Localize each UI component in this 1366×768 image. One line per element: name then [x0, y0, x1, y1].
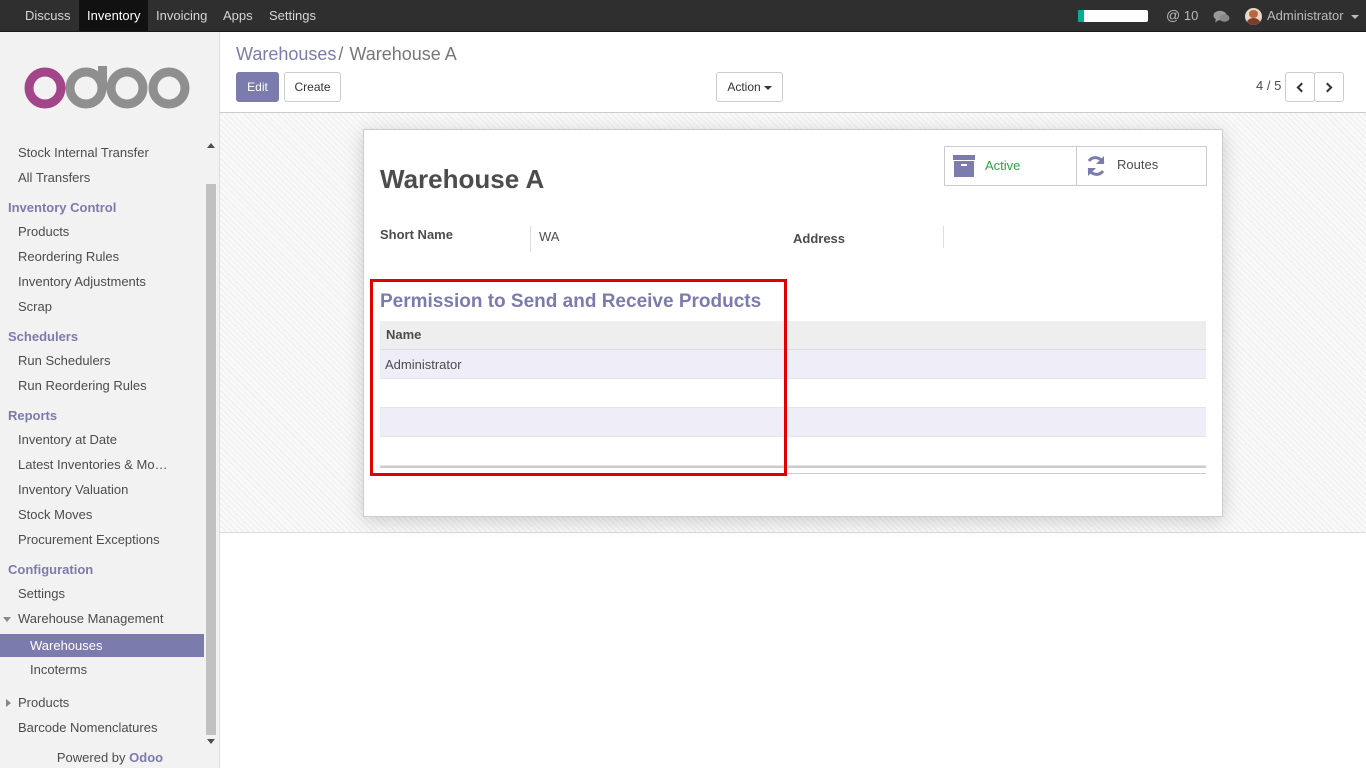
- sidebar-item-products[interactable]: Products: [0, 220, 204, 244]
- sidebar-item-scrap[interactable]: Scrap: [0, 295, 204, 319]
- sidebar-item-warehouse-management[interactable]: Warehouse Management: [0, 607, 204, 631]
- sidebar-item-stock-internal-transfer[interactable]: Stock Internal Transfer: [0, 141, 204, 165]
- highlight-box: [370, 279, 787, 476]
- field-divider: [530, 226, 531, 252]
- routes-label: Routes: [1117, 157, 1159, 172]
- action-dropdown[interactable]: Action: [716, 72, 783, 102]
- sidebar-item-run-schedulers[interactable]: Run Schedulers: [0, 349, 204, 373]
- sidebar-item-incoterms[interactable]: Incoterms: [0, 658, 204, 682]
- pager-previous-button[interactable]: [1285, 72, 1315, 102]
- edit-button[interactable]: Edit: [236, 72, 279, 102]
- powered-by: Powered by Odoo: [0, 750, 220, 765]
- mentions-count: 10: [1183, 8, 1199, 23]
- caret-right-icon: [6, 699, 11, 707]
- scroll-thumb[interactable]: [206, 184, 216, 735]
- breadcrumb: Warehouses / Warehouse A: [236, 44, 457, 65]
- sidebar-item-inventory-at-date[interactable]: Inventory at Date: [0, 428, 204, 452]
- scroll-up-icon[interactable]: [207, 143, 215, 148]
- sidebar-heading-schedulers: Schedulers: [8, 329, 79, 344]
- refresh-icon: [1087, 156, 1105, 176]
- sidebar-item-inventory-adjustments[interactable]: Inventory Adjustments: [0, 270, 204, 294]
- at-icon: @: [1166, 7, 1181, 23]
- sidebar-item-config-products[interactable]: Products: [0, 691, 204, 715]
- chat-bubbles-icon: [1213, 10, 1230, 23]
- action-label: Action: [727, 80, 761, 94]
- short-name-value: WA: [539, 229, 560, 244]
- short-name-label: Short Name: [380, 227, 453, 242]
- control-panel: Warehouses / Warehouse A Edit Create Actio…: [220, 32, 1366, 113]
- sidebar: Stock Internal Transfer All Transfers In…: [0, 32, 220, 768]
- app-menu-inventory[interactable]: Inventory: [79, 0, 149, 31]
- chevron-left-icon: [1296, 82, 1307, 93]
- breadcrumb-separator: /: [338, 44, 344, 64]
- chevron-right-icon: [1322, 82, 1333, 93]
- app-menu-discuss[interactable]: Discuss: [17, 0, 79, 31]
- sidebar-scrollbar[interactable]: [205, 140, 217, 744]
- sidebar-item-run-reordering-rules[interactable]: Run Reordering Rules: [0, 374, 204, 398]
- sidebar-item-label: Warehouse Management: [18, 611, 164, 626]
- scroll-down-icon[interactable]: [207, 739, 215, 744]
- archive-box-icon: [953, 155, 975, 177]
- address-label: Address: [793, 231, 846, 246]
- caret-down-icon: [3, 617, 11, 622]
- sidebar-item-procurement-exceptions[interactable]: Procurement Exceptions: [0, 528, 204, 552]
- sidebar-item-barcode-nomenclatures[interactable]: Barcode Nomenclatures: [0, 716, 204, 740]
- sidebar-item-all-transfers[interactable]: All Transfers: [0, 166, 204, 190]
- create-button[interactable]: Create: [284, 72, 341, 102]
- app-menu-invoicing[interactable]: Invoicing: [148, 0, 215, 31]
- sidebar-item-reordering-rules[interactable]: Reordering Rules: [0, 245, 204, 269]
- user-name: Administrator: [1267, 8, 1344, 23]
- record-title: Warehouse A: [380, 164, 545, 194]
- onboarding-progress-bar[interactable]: [1078, 10, 1148, 22]
- chat-button[interactable]: [1213, 0, 1230, 31]
- field-divider: [943, 226, 944, 248]
- sidebar-heading-configuration: Configuration: [8, 562, 94, 577]
- sidebar-item-label: Products: [18, 695, 70, 710]
- breadcrumb-warehouses-link[interactable]: Warehouses: [236, 44, 336, 64]
- sidebar-item-stock-moves[interactable]: Stock Moves: [0, 503, 204, 527]
- sidebar-item-settings[interactable]: Settings: [0, 582, 204, 606]
- routes-button[interactable]: Routes: [1076, 147, 1207, 185]
- top-navbar: Discuss Inventory Invoicing Apps Setting…: [0, 0, 1366, 32]
- progress-fill: [1078, 10, 1084, 22]
- sidebar-item-latest-inventories[interactable]: Latest Inventories & Moves: [0, 453, 170, 477]
- powered-by-text: Powered by: [56, 750, 126, 765]
- mentions-button[interactable]: @ 10: [1166, 0, 1198, 31]
- user-avatar[interactable]: [1245, 8, 1262, 25]
- powered-by-brand-link[interactable]: Odoo: [129, 750, 163, 765]
- caret-down-icon: [763, 85, 772, 90]
- active-toggle-button[interactable]: Active: [945, 147, 1076, 185]
- smart-button-box: Active Routes: [944, 146, 1207, 186]
- user-menu[interactable]: Administrator: [1267, 0, 1360, 31]
- active-label: Active: [985, 158, 1021, 173]
- sidebar-item-warehouses[interactable]: Warehouses: [0, 634, 204, 657]
- app-menu-apps[interactable]: Apps: [215, 0, 261, 31]
- app-menu-settings[interactable]: Settings: [261, 0, 324, 31]
- sidebar-heading-inventory-control: Inventory Control: [8, 200, 117, 215]
- sidebar-item-inventory-valuation[interactable]: Inventory Valuation: [0, 478, 204, 502]
- sidebar-heading-reports: Reports: [8, 408, 58, 423]
- chevron-down-icon: [1351, 14, 1360, 19]
- breadcrumb-current: Warehouse A: [349, 44, 457, 64]
- pager-value[interactable]: 4 / 5: [1256, 78, 1281, 93]
- pager-next-button[interactable]: [1314, 72, 1344, 102]
- odoo-logo: [24, 66, 190, 109]
